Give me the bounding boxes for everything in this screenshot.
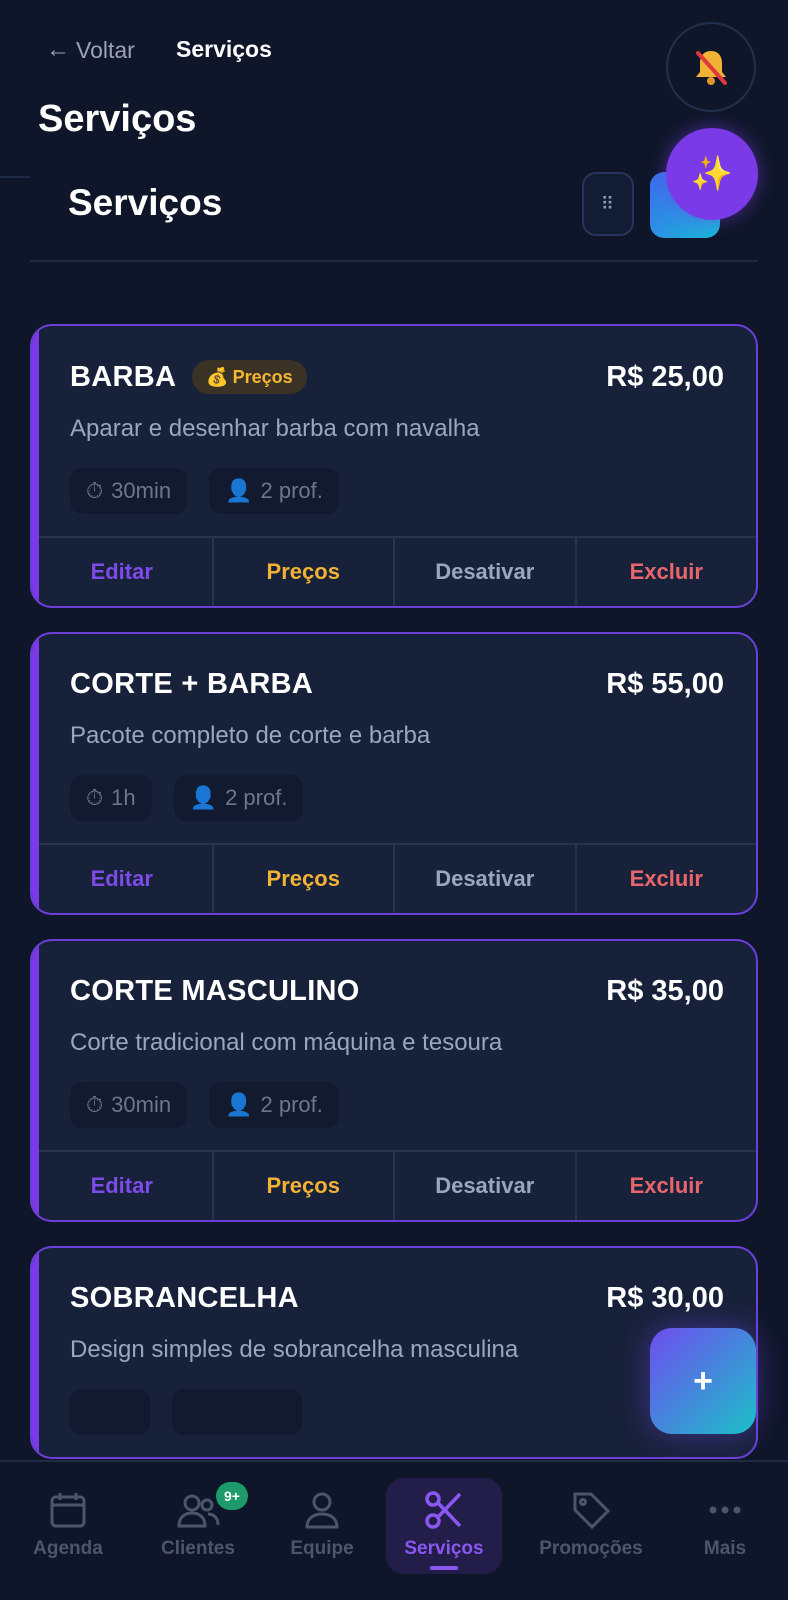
money-bag-icon: 💰	[206, 366, 229, 387]
calendar-icon	[50, 1493, 86, 1528]
nav-label: Serviços	[404, 1538, 484, 1559]
person-icon: 👤	[225, 478, 253, 503]
reorder-button[interactable]: ⠿	[582, 172, 634, 236]
scissors-icon	[425, 1491, 462, 1529]
person-icon: 👤	[189, 785, 218, 810]
service-name: BARBA	[70, 360, 177, 393]
arrow-left-icon: ←	[46, 36, 70, 63]
professionals-chip: 👤 2 prof.	[209, 468, 339, 514]
delete-button[interactable]: Excluir	[577, 538, 757, 606]
nav-item-mais[interactable]: Mais	[690, 1462, 760, 1600]
service-description: Pacote completo de corte e barba	[70, 722, 431, 749]
edit-button[interactable]: Editar	[32, 845, 214, 913]
prices-badge[interactable]: 💰 Preços	[192, 360, 307, 394]
nav-label: Agenda	[33, 1538, 103, 1559]
service-card: CORTE MASCULINO R$ 35,00 Corte tradicion…	[30, 939, 758, 1222]
timer-icon: ⏱	[86, 1092, 104, 1117]
nav-label: Mais	[703, 1538, 747, 1559]
deactivate-button[interactable]: Desativar	[395, 845, 577, 913]
service-name: CORTE + BARBA	[70, 668, 314, 700]
back-button[interactable]: ← Voltar	[46, 36, 135, 64]
service-description: Corte tradicional com máquina e tesoura	[70, 1029, 503, 1056]
duration-chip: ⏱ 30min	[70, 1082, 188, 1128]
nav-item-agenda[interactable]: Agenda	[28, 1462, 108, 1600]
service-card: BARBA 💰 Preços R$ 25,00 Aparar e desenha…	[30, 324, 758, 608]
users-icon	[177, 1494, 220, 1528]
professionals-label: 2 prof.	[225, 785, 288, 810]
nav-item-clientes[interactable]: Clientes 9+	[152, 1462, 248, 1600]
more-icon	[709, 1506, 741, 1514]
duration-chip	[70, 1389, 150, 1435]
service-price: R$ 25,00	[606, 360, 724, 393]
prices-badge-label: Preços	[232, 366, 293, 387]
services-list: BARBA 💰 Preços R$ 25,00 Aparar e desenha…	[30, 324, 758, 1483]
edit-button[interactable]: Editar	[32, 1152, 214, 1220]
duration-label: 1h	[111, 785, 136, 810]
service-description: Aparar e desenhar barba com navalha	[70, 415, 480, 442]
section-title: Serviços	[68, 182, 223, 223]
professionals-chip	[172, 1389, 302, 1435]
service-description: Design simples de sobrancelha masculina	[70, 1336, 519, 1363]
back-label: Voltar	[76, 36, 135, 63]
notifications-button[interactable]	[666, 22, 756, 112]
duration-chip: ⏱ 1h	[70, 775, 152, 821]
nav-item-servicos[interactable]: Serviços	[386, 1462, 502, 1600]
service-name: SOBRANCELHA	[70, 1282, 299, 1314]
notification-badge: 9+	[216, 1482, 248, 1510]
service-price: R$ 30,00	[606, 1282, 724, 1314]
prices-button[interactable]: Preços	[214, 845, 395, 913]
drag-handle-icon: ⠿	[600, 193, 616, 214]
duration-label: 30min	[111, 478, 172, 503]
service-price: R$ 55,00	[606, 668, 724, 700]
user-icon	[305, 1492, 339, 1529]
nav-label: Equipe	[290, 1538, 354, 1559]
professionals-label: 2 prof.	[260, 1092, 323, 1117]
bottom-nav: Agenda Clientes 9+ Equipe Serviços Promo…	[0, 1460, 788, 1600]
service-card: SOBRANCELHA R$ 30,00 Design simples de s…	[30, 1246, 758, 1459]
nav-item-equipe[interactable]: Equipe	[282, 1462, 362, 1600]
tag-icon	[573, 1492, 611, 1530]
sparkles-icon: ✨	[690, 155, 734, 193]
duration-chip: ⏱ 30min	[70, 468, 188, 514]
nav-item-promocoes[interactable]: Promoções	[532, 1462, 650, 1600]
deactivate-button[interactable]: Desativar	[395, 1152, 577, 1220]
section-header: Serviços ⠿	[30, 170, 758, 262]
timer-icon: ⏱	[86, 478, 104, 503]
bell-off-icon	[696, 51, 727, 85]
nav-label: Promoções	[539, 1538, 643, 1559]
delete-button[interactable]: Excluir	[577, 845, 757, 913]
professionals-chip: 👤 2 prof.	[173, 775, 304, 821]
timer-icon: ⏱	[86, 785, 104, 810]
professionals-chip: 👤 2 prof.	[209, 1082, 339, 1128]
ai-assistant-button[interactable]: ✨	[666, 128, 758, 220]
breadcrumb: Serviços	[176, 36, 272, 62]
service-price: R$ 35,00	[606, 975, 724, 1007]
delete-button[interactable]: Excluir	[577, 1152, 757, 1220]
person-icon: 👤	[225, 1092, 253, 1117]
edit-button[interactable]: Editar	[32, 538, 214, 606]
add-service-button[interactable]: +	[650, 1328, 756, 1434]
professionals-label: 2 prof.	[260, 478, 323, 503]
duration-label: 30min	[111, 1092, 172, 1117]
deactivate-button[interactable]: Desativar	[395, 538, 577, 606]
nav-label: Clientes	[161, 1538, 235, 1559]
service-name: CORTE MASCULINO	[70, 975, 360, 1007]
page-title: Serviços	[38, 98, 197, 140]
divider	[0, 176, 30, 178]
service-card: CORTE + BARBA R$ 55,00 Pacote completo d…	[30, 632, 758, 915]
prices-button[interactable]: Preços	[214, 538, 395, 606]
active-tab-indicator	[430, 1566, 458, 1570]
prices-button[interactable]: Preços	[214, 1152, 395, 1220]
